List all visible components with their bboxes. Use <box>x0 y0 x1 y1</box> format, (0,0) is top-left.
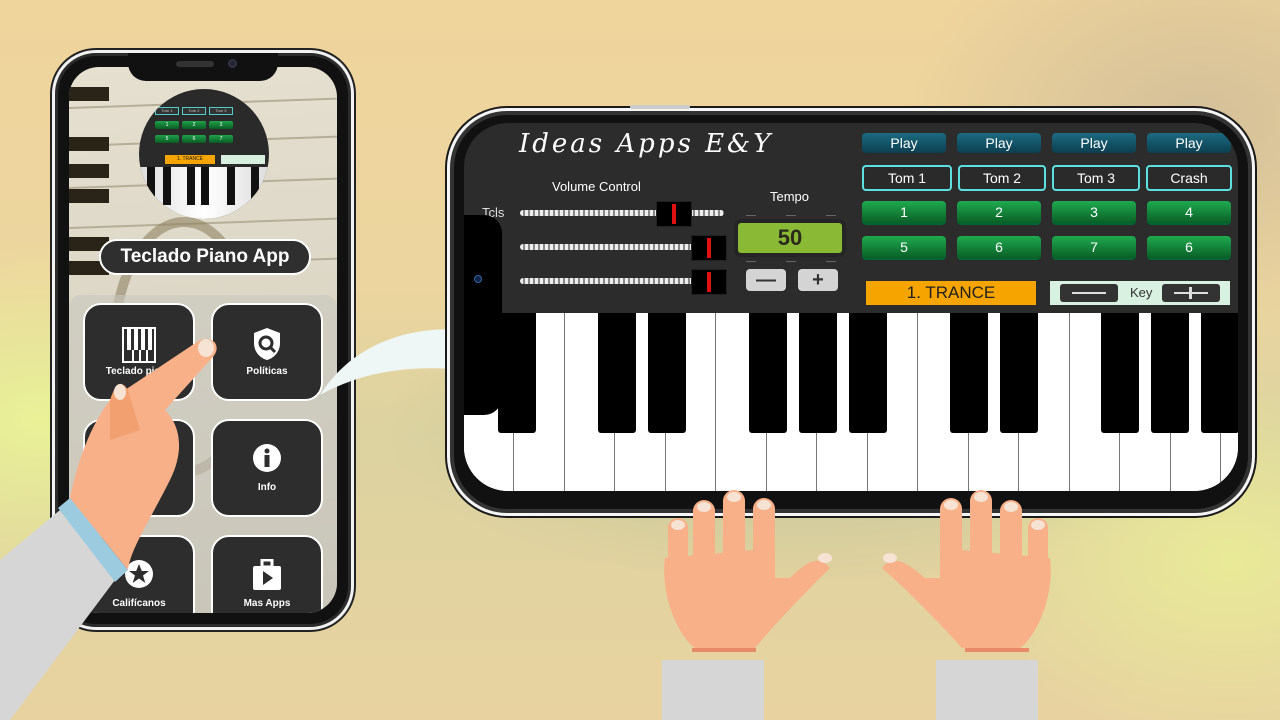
volume-title: Volume Control <box>552 179 641 194</box>
black-key[interactable] <box>849 313 887 433</box>
mini-pad: 3 <box>209 121 233 129</box>
mini-pad: 1 <box>155 121 179 129</box>
play-button-3[interactable]: Play <box>1052 133 1136 153</box>
black-key[interactable] <box>950 313 988 433</box>
black-key[interactable] <box>598 313 636 433</box>
drum-tom-3-button[interactable]: Tom 3 <box>1052 165 1140 191</box>
volume-slider-3-thumb[interactable] <box>691 269 727 295</box>
mini-tom: Tom 1 <box>155 107 179 115</box>
mini-keyboard <box>139 167 269 219</box>
tempo-display: 50 <box>738 223 842 253</box>
piano-keyboard[interactable] <box>464 313 1238 491</box>
tempo-tick <box>826 261 836 262</box>
bg-decoration <box>69 137 109 151</box>
phone-notch <box>128 53 278 81</box>
piano-app-screen: Ideas Apps E&Y Volume Control Tcls n Tem… <box>464 123 1238 491</box>
phone-side-button <box>630 105 690 109</box>
shield-search-icon <box>252 327 282 366</box>
landscape-phone: Ideas Apps E&Y Volume Control Tcls n Tem… <box>447 105 1255 516</box>
tempo-tick <box>786 215 796 216</box>
tempo-decrease-button[interactable]: — <box>746 269 786 291</box>
brand-logo: Ideas Apps E&Y <box>519 129 774 159</box>
black-key[interactable] <box>1151 313 1189 433</box>
info-icon <box>252 443 282 478</box>
drum-crash-button[interactable]: Crash <box>1146 165 1232 191</box>
app-logo-preview: Tom 1 Tom 2 Tom 3 1 2 3 5 6 7 1. TRANCE <box>139 89 269 219</box>
pointing-hand-illustration <box>0 338 217 720</box>
black-key[interactable] <box>498 313 536 433</box>
mini-tom: Tom 2 <box>182 107 206 115</box>
mini-pad: 2 <box>182 121 206 129</box>
tempo-title: Tempo <box>770 189 810 204</box>
phone-notch <box>464 215 502 415</box>
pad-button[interactable]: 7 <box>1052 236 1136 258</box>
play-button-1[interactable]: Play <box>862 133 946 153</box>
mini-pad: 7 <box>209 135 233 143</box>
mini-pad: 6 <box>182 135 206 143</box>
mini-tom: Tom 3 <box>209 107 233 115</box>
tempo-tick <box>826 215 836 216</box>
black-key[interactable] <box>799 313 837 433</box>
key-label: Key <box>1130 285 1153 300</box>
playing-hands-illustration <box>662 490 1051 720</box>
drum-tom-1-button[interactable]: Tom 1 <box>862 165 952 191</box>
mini-pad: 5 <box>155 135 179 143</box>
app-title: Teclado Piano App <box>99 239 311 275</box>
tempo-tick <box>746 215 756 216</box>
drum-tom-2-button[interactable]: Tom 2 <box>958 165 1046 191</box>
key-decrease-button[interactable] <box>1060 284 1118 302</box>
volume-slider-1[interactable] <box>520 210 724 216</box>
play-button-2[interactable]: Play <box>957 133 1041 153</box>
tempo-tick <box>746 261 756 262</box>
black-key[interactable] <box>648 313 686 433</box>
bg-decoration <box>69 87 109 101</box>
volume-slider-1-thumb[interactable] <box>656 201 692 227</box>
pad-button[interactable]: 4 <box>1147 201 1231 223</box>
pad-button[interactable]: 1 <box>862 201 946 223</box>
mini-rhythm: 1. TRANCE <box>165 155 215 164</box>
pad-button[interactable]: 6 <box>1147 236 1231 258</box>
pad-button[interactable]: 5 <box>862 236 946 258</box>
black-key[interactable] <box>1201 313 1238 433</box>
bg-decoration <box>69 189 109 203</box>
bg-decoration <box>69 164 109 178</box>
black-key[interactable] <box>1101 313 1139 433</box>
black-key[interactable] <box>749 313 787 433</box>
key-increase-button[interactable] <box>1162 284 1220 302</box>
rhythm-selector[interactable]: 1. TRANCE <box>866 281 1036 305</box>
pad-button[interactable]: 6 <box>957 236 1041 258</box>
black-key[interactable] <box>1000 313 1038 433</box>
tempo-increase-button[interactable]: + <box>798 269 838 291</box>
tempo-tick <box>786 261 796 262</box>
key-control: Key <box>1050 281 1230 305</box>
pad-button[interactable]: 3 <box>1052 201 1136 223</box>
play-button-4[interactable]: Play <box>1147 133 1231 153</box>
mini-key-panel <box>221 155 265 164</box>
volume-slider-2-thumb[interactable] <box>691 235 727 261</box>
play-store-icon <box>252 558 282 596</box>
pad-button[interactable]: 2 <box>957 201 1041 223</box>
